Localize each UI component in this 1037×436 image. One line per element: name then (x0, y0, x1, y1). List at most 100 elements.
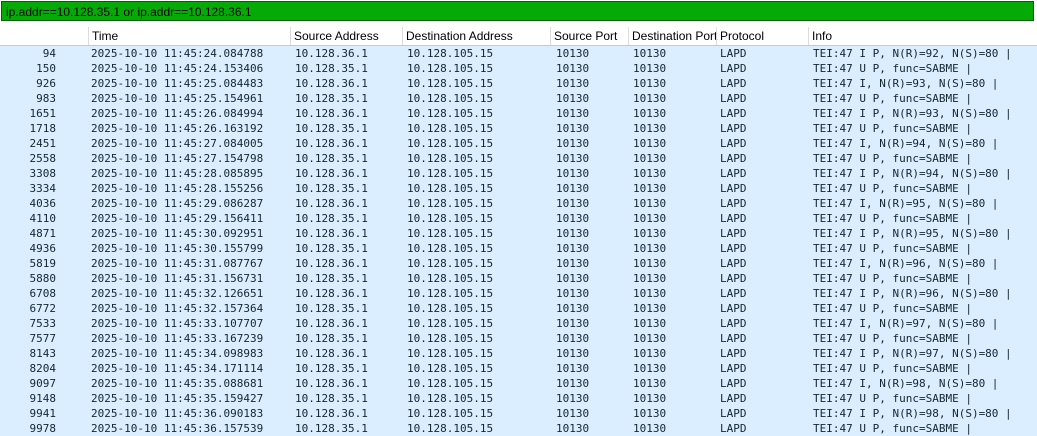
packet-destination-address: 10.128.105.15 (407, 137, 494, 150)
packet-time: 2025-10-10 11:45:33.167239 (91, 332, 264, 345)
packet-number: 3308 (29, 167, 57, 180)
packet-info: TEI:47 I, N(R)=93, N(S)=80 | (813, 77, 999, 90)
packet-source-address: 10.128.36.1 (295, 77, 368, 90)
packet-destination-port: 10130 (633, 212, 667, 225)
packet-row[interactable]: 926 2025-10-10 11:45:25.084483 10.128.36.1… (0, 76, 1037, 91)
display-filter-toolbar: ip.addr==10.128.35.1 or ip.addr==10.128.… (0, 0, 1037, 24)
column-header-source-address[interactable]: Source Address (290, 27, 402, 45)
packet-time: 2025-10-10 11:45:24.153406 (91, 62, 264, 75)
column-header-time[interactable]: Time (88, 27, 290, 45)
packet-row[interactable]: 9097 2025-10-10 11:45:35.088681 10.128.36.… (0, 376, 1037, 391)
packet-row[interactable]: 4936 2025-10-10 11:45:30.155799 10.128.35.… (0, 241, 1037, 256)
packet-row[interactable]: 7577 2025-10-10 11:45:33.167239 10.128.35.… (0, 331, 1037, 346)
packet-time: 2025-10-10 11:45:27.154798 (91, 152, 264, 165)
packet-info: TEI:47 I P, N(R)=93, N(S)=80 | (813, 107, 1012, 120)
packet-source-port: 10130 (556, 92, 590, 105)
packet-row[interactable]: 4110 2025-10-10 11:45:29.156411 10.128.35.… (0, 211, 1037, 226)
column-header-destination-port[interactable]: Destination Port (628, 27, 717, 45)
packet-time: 2025-10-10 11:45:31.087767 (91, 257, 264, 270)
packet-source-address: 10.128.36.1 (295, 287, 368, 300)
packet-source-address: 10.128.36.1 (295, 407, 368, 420)
packet-destination-port: 10130 (633, 182, 667, 195)
packet-row[interactable]: 9978 2025-10-10 11:45:36.157539 10.128.35.… (0, 421, 1037, 436)
packet-row[interactable]: 150 2025-10-10 11:45:24.153406 10.128.35.1… (0, 61, 1037, 76)
packet-row[interactable]: 8143 2025-10-10 11:45:34.098983 10.128.36.… (0, 346, 1037, 361)
packet-protocol: LAPD (720, 362, 747, 375)
packet-number: 6708 (29, 287, 57, 300)
packet-info: TEI:47 U P, func=SABME | (813, 422, 972, 435)
packet-row[interactable]: 7533 2025-10-10 11:45:33.107707 10.128.36.… (0, 316, 1037, 331)
packet-destination-port: 10130 (633, 122, 667, 135)
packet-row[interactable]: 1718 2025-10-10 11:45:26.163192 10.128.35.… (0, 121, 1037, 136)
packet-info: TEI:47 U P, func=SABME | (813, 182, 972, 195)
packet-info: TEI:47 U P, func=SABME | (813, 272, 972, 285)
packet-row[interactable]: 1651 2025-10-10 11:45:26.084994 10.128.36.… (0, 106, 1037, 121)
packet-row[interactable]: 3334 2025-10-10 11:45:28.155256 10.128.35.… (0, 181, 1037, 196)
packet-destination-address: 10.128.105.15 (407, 287, 494, 300)
packet-number: 8143 (29, 347, 57, 360)
packet-source-port: 10130 (556, 212, 590, 225)
packet-time: 2025-10-10 11:45:34.171114 (91, 362, 264, 375)
packet-time: 2025-10-10 11:45:31.156731 (91, 272, 264, 285)
packet-row[interactable]: 5880 2025-10-10 11:45:31.156731 10.128.35.… (0, 271, 1037, 286)
packet-row[interactable]: 3308 2025-10-10 11:45:28.085895 10.128.36.… (0, 166, 1037, 181)
packet-source-address: 10.128.35.1 (295, 182, 368, 195)
packet-info: TEI:47 I, N(R)=94, N(S)=80 | (813, 137, 999, 150)
packet-destination-port: 10130 (633, 242, 667, 255)
packet-source-port: 10130 (556, 287, 590, 300)
packet-time: 2025-10-10 11:45:36.090183 (91, 407, 264, 420)
packet-number: 2451 (29, 137, 57, 150)
packet-row[interactable]: 983 2025-10-10 11:45:25.154961 10.128.35.1… (0, 91, 1037, 106)
packet-info: TEI:47 U P, func=SABME | (813, 362, 972, 375)
packet-number: 7533 (29, 317, 57, 330)
display-filter-text[interactable]: ip.addr==10.128.35.1 or ip.addr==10.128.… (6, 5, 252, 19)
packet-source-address: 10.128.35.1 (295, 272, 368, 285)
display-filter-input[interactable]: ip.addr==10.128.35.1 or ip.addr==10.128.… (1, 1, 1034, 21)
packet-row[interactable]: 2558 2025-10-10 11:45:27.154798 10.128.35.… (0, 151, 1037, 166)
packet-destination-address: 10.128.105.15 (407, 227, 494, 240)
packet-row[interactable]: 6772 2025-10-10 11:45:32.157364 10.128.35.… (0, 301, 1037, 316)
packet-row[interactable]: 9148 2025-10-10 11:45:35.159427 10.128.35.… (0, 391, 1037, 406)
packet-destination-address: 10.128.105.15 (407, 182, 494, 195)
packet-number: 9148 (29, 392, 57, 405)
packet-protocol: LAPD (720, 182, 747, 195)
packet-time: 2025-10-10 11:45:24.084788 (91, 47, 264, 60)
column-header-destination-address[interactable]: Destination Address (402, 27, 550, 45)
packet-source-port: 10130 (556, 77, 590, 90)
packet-destination-port: 10130 (633, 197, 667, 210)
packet-number: 5819 (29, 257, 57, 270)
packet-row[interactable]: 9941 2025-10-10 11:45:36.090183 10.128.36.… (0, 406, 1037, 421)
packet-source-port: 10130 (556, 317, 590, 330)
packet-number: 6772 (29, 302, 57, 315)
packet-destination-port: 10130 (633, 167, 667, 180)
packet-row[interactable]: 5819 2025-10-10 11:45:31.087767 10.128.36.… (0, 256, 1037, 271)
packet-source-address: 10.128.35.1 (295, 212, 368, 225)
packet-destination-address: 10.128.105.15 (407, 47, 494, 60)
packet-source-port: 10130 (556, 302, 590, 315)
packet-row[interactable]: 4036 2025-10-10 11:45:29.086287 10.128.36.… (0, 196, 1037, 211)
column-header-source-port[interactable]: Source Port (550, 27, 628, 45)
column-header-info[interactable]: Info (808, 27, 1037, 45)
packet-row[interactable]: 8204 2025-10-10 11:45:34.171114 10.128.35.… (0, 361, 1037, 376)
packet-row[interactable]: 2451 2025-10-10 11:45:27.084005 10.128.36.… (0, 136, 1037, 151)
packet-protocol: LAPD (720, 347, 747, 360)
packet-destination-port: 10130 (633, 422, 667, 435)
packet-info: TEI:47 I, N(R)=95, N(S)=80 | (813, 197, 999, 210)
packet-time: 2025-10-10 11:45:29.156411 (91, 212, 264, 225)
packet-destination-address: 10.128.105.15 (407, 362, 494, 375)
packet-protocol: LAPD (720, 392, 747, 405)
column-header-protocol[interactable]: Protocol (716, 27, 808, 45)
packet-row[interactable]: 4871 2025-10-10 11:45:30.092951 10.128.36.… (0, 226, 1037, 241)
packet-protocol: LAPD (720, 212, 747, 225)
packet-source-port: 10130 (556, 332, 590, 345)
packet-destination-address: 10.128.105.15 (407, 212, 494, 225)
packet-time: 2025-10-10 11:45:26.163192 (91, 122, 264, 135)
packet-row[interactable]: 6708 2025-10-10 11:45:32.126651 10.128.36.… (0, 286, 1037, 301)
packet-time: 2025-10-10 11:45:32.157364 (91, 302, 264, 315)
packet-row[interactable]: 94 2025-10-10 11:45:24.084788 10.128.36.1 1… (0, 46, 1037, 61)
column-header-no[interactable] (0, 27, 88, 45)
packet-destination-port: 10130 (633, 62, 667, 75)
packet-source-address: 10.128.35.1 (295, 62, 368, 75)
packet-info: TEI:47 I P, N(R)=94, N(S)=80 | (813, 167, 1012, 180)
packet-info: TEI:47 U P, func=SABME | (813, 92, 972, 105)
